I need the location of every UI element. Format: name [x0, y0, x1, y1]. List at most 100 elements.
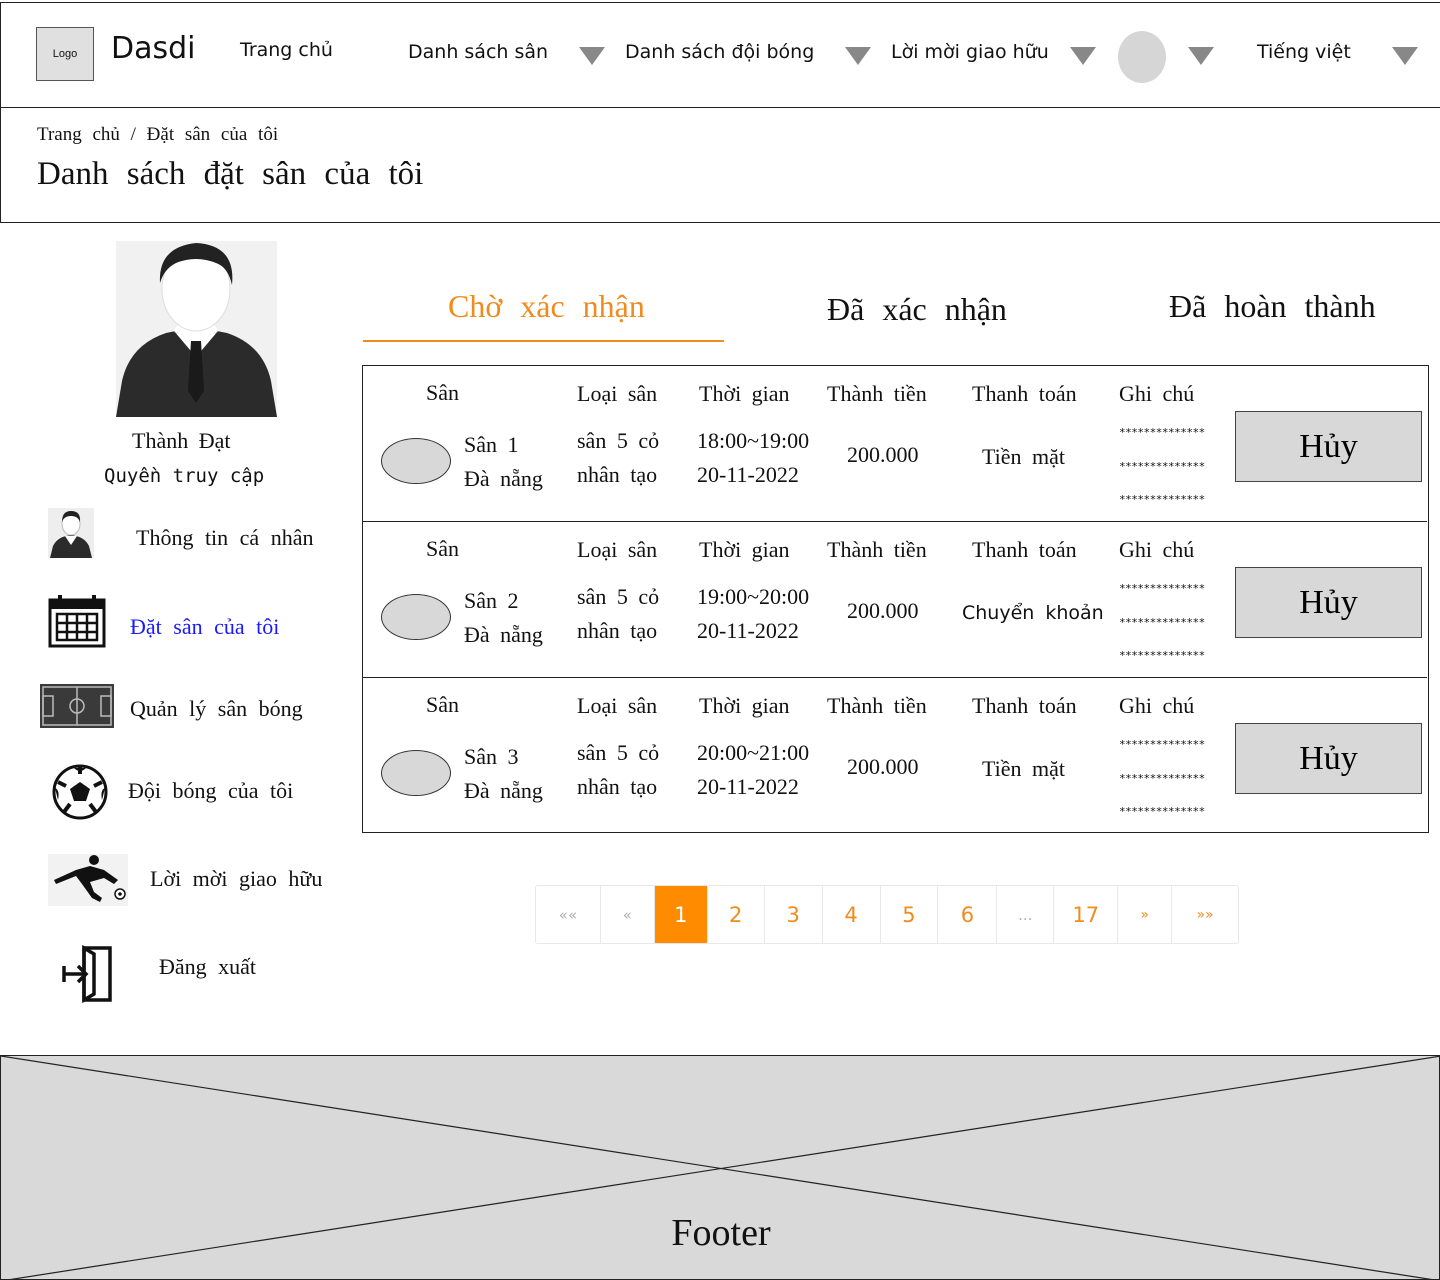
chevron-down-icon[interactable]: [1070, 47, 1096, 65]
note-line: **************: [1119, 426, 1205, 439]
booking-time: 20:00~21:00: [697, 740, 810, 765]
page-6[interactable]: 6: [938, 886, 998, 943]
brand-name[interactable]: Dasdi: [111, 31, 196, 66]
page-next[interactable]: »: [1118, 886, 1173, 943]
page-prev[interactable]: «: [601, 886, 655, 943]
page-header: Trang chủ / Đặt sân của tôi Danh sách đặ…: [0, 107, 1440, 223]
language-selector[interactable]: Tiếng việt: [1257, 41, 1351, 63]
booking-date: 20-11-2022: [697, 774, 799, 799]
note-line: **************: [1119, 805, 1205, 818]
field-city: Đà nẵng: [464, 622, 543, 647]
calendar-icon: [48, 594, 106, 653]
breadcrumb: Trang chủ / Đặt sân của tôi: [37, 124, 278, 146]
breadcrumb-current: Đặt sân của tôi: [146, 124, 279, 145]
header-total: Thành tiền: [827, 381, 927, 406]
page-17[interactable]: 17: [1054, 886, 1119, 943]
sidebar-item-invites[interactable]: Lời mời giao hữu: [48, 852, 358, 912]
payment-method: Chuyển khoản: [962, 602, 1104, 624]
user-profile-icon: [48, 508, 94, 563]
user-role: Quyền truy cập: [104, 465, 265, 487]
soccer-ball-icon: [52, 764, 108, 825]
page-first[interactable]: ««: [536, 886, 601, 943]
page-1[interactable]: 1: [654, 886, 708, 943]
field-type: sân 5 cỏ: [577, 584, 660, 609]
header-payment: Thanh toán: [972, 693, 1077, 718]
table-row: Sân Loại sân Thời gian Thành tiền Thanh …: [363, 677, 1427, 833]
sidebar-label-my-bookings: Đặt sân của tôi: [130, 614, 280, 639]
field-name: Sân 2: [464, 588, 519, 613]
booking-date: 20-11-2022: [697, 618, 799, 643]
tab-confirmed[interactable]: Đã xác nhận: [827, 291, 1007, 328]
field-thumbnail: [381, 594, 451, 640]
header-time: Thời gian: [699, 693, 790, 718]
note-line: **************: [1119, 616, 1205, 629]
page-3[interactable]: 3: [765, 886, 823, 943]
sidebar-item-logout[interactable]: Đăng xuất: [62, 944, 302, 1004]
header-field: Sân: [426, 536, 459, 561]
breadcrumb-home[interactable]: Trang chủ: [37, 124, 120, 145]
chevron-down-icon[interactable]: [1392, 47, 1418, 65]
page-last[interactable]: »»: [1172, 886, 1238, 943]
football-player-icon: [48, 854, 128, 911]
nav-home[interactable]: Trang chủ: [240, 39, 333, 61]
header-field: Sân: [426, 380, 459, 405]
football-pitch-icon: [40, 684, 114, 733]
navbar: Logo Dasdi Trang chủ Danh sách sân Danh …: [0, 2, 1440, 108]
chevron-down-icon[interactable]: [845, 47, 871, 65]
note-line: **************: [1119, 493, 1205, 506]
booking-time: 18:00~19:00: [697, 428, 810, 453]
footer: Footer: [0, 1055, 1440, 1280]
cancel-button[interactable]: Hủy: [1235, 567, 1422, 638]
header-field: Sân: [426, 692, 459, 717]
nav-fields[interactable]: Danh sách sân: [408, 41, 548, 63]
payment-method: Tiền mặt: [982, 444, 1066, 469]
sidebar-label-invites: Lời mời giao hữu: [150, 866, 323, 891]
page-4[interactable]: 4: [823, 886, 881, 943]
sidebar-label-profile: Thông tin cá nhân: [136, 525, 314, 550]
header-note: Ghi chú: [1119, 693, 1195, 718]
field-name: Sân 3: [464, 744, 519, 769]
field-type: sân 5 cỏ: [577, 428, 660, 453]
person-icon: [116, 243, 277, 417]
nav-invites[interactable]: Lời mời giao hữu: [891, 41, 1049, 63]
header-type: Loại sân: [577, 537, 658, 562]
field-city: Đà nẵng: [464, 778, 543, 803]
header-total: Thành tiền: [827, 693, 927, 718]
note-line: **************: [1119, 582, 1205, 595]
header-payment: Thanh toán: [972, 537, 1077, 562]
sidebar-item-profile[interactable]: Thông tin cá nhân: [44, 508, 354, 568]
user-avatar[interactable]: [1118, 31, 1166, 83]
booking-total: 200.000: [847, 754, 919, 779]
field-type-surface: nhân tạo: [577, 462, 658, 487]
field-type: sân 5 cỏ: [577, 740, 660, 765]
logo[interactable]: Logo: [36, 27, 94, 81]
sidebar-item-manage-fields[interactable]: Quản lý sân bóng: [40, 684, 340, 744]
user-name: Thành Đạt: [132, 428, 231, 453]
tab-completed[interactable]: Đã hoàn thành: [1169, 288, 1376, 325]
tab-pending[interactable]: Chờ xác nhận: [448, 288, 645, 325]
footer-label: Footer: [671, 1212, 771, 1254]
booking-total: 200.000: [847, 598, 919, 623]
nav-teams[interactable]: Danh sách đội bóng: [625, 41, 814, 63]
breadcrumb-separator: /: [130, 124, 136, 145]
sidebar-item-my-team[interactable]: Đội bóng của tôi: [52, 764, 342, 824]
cancel-button[interactable]: Hủy: [1235, 411, 1422, 482]
cancel-button[interactable]: Hủy: [1235, 723, 1422, 794]
note-line: **************: [1119, 649, 1205, 662]
table-row: Sân Loại sân Thời gian Thành tiền Thanh …: [363, 366, 1427, 522]
page-title: Danh sách đặt sân của tôi: [37, 156, 424, 192]
booking-table: Sân Loại sân Thời gian Thành tiền Thanh …: [362, 365, 1429, 833]
page-5[interactable]: 5: [881, 886, 939, 943]
header-payment: Thanh toán: [972, 381, 1077, 406]
sidebar-item-my-bookings[interactable]: Đặt sân của tôi: [44, 594, 344, 654]
page-2[interactable]: 2: [708, 886, 765, 943]
note-line: **************: [1119, 460, 1205, 473]
pagination: «« « 1 2 3 4 5 6 ... 17 » »»: [535, 885, 1239, 944]
chevron-down-icon[interactable]: [579, 47, 605, 65]
booking-time: 19:00~20:00: [697, 584, 810, 609]
field-city: Đà nẵng: [464, 466, 543, 491]
payment-method: Tiền mặt: [982, 756, 1066, 781]
header-note: Ghi chú: [1119, 537, 1195, 562]
header-time: Thời gian: [699, 537, 790, 562]
chevron-down-icon[interactable]: [1188, 47, 1214, 65]
